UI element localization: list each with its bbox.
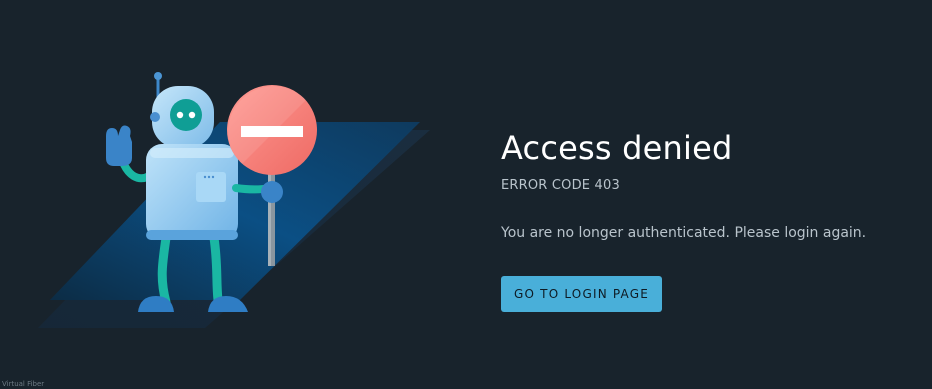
error-content: Access denied ERROR CODE 403 You are no … [501,128,921,312]
error-message: You are no longer authenticated. Please … [501,225,867,241]
footer-text: Virtual Fiber [2,380,45,388]
robot-holding-hand [261,181,283,203]
stop-sign-bar [241,126,303,137]
error-code: ERROR CODE 403 [501,178,620,193]
robot-face [170,99,202,131]
access-denied-page: Access denied ERROR CODE 403 You are no … [0,0,932,389]
robot-stop-sign-illustration [38,72,430,328]
go-to-login-button[interactable]: GO TO LOGIN PAGE [501,276,663,312]
robot-chest-panel [196,172,226,202]
page-title: Access denied [501,129,733,167]
robot-raised-hand [106,125,132,166]
